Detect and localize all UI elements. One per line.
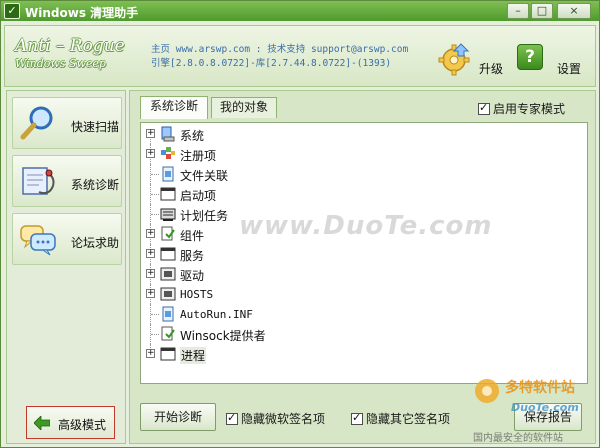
diagnosis-tree[interactable]: + 系统 + 注册项 文件关联 启动项 计划任务 + 组件 + 服务 + 驱动 … <box>140 122 588 384</box>
tree-row-components[interactable]: + 组件 <box>141 224 581 244</box>
expand-icon[interactable]: + <box>146 249 155 258</box>
tree-label: 文件关联 <box>180 169 229 183</box>
tab-my-objects[interactable]: 我的对象 <box>211 97 277 118</box>
app-icon: ✓ <box>4 3 20 19</box>
tree-row-system[interactable]: + 系统 <box>141 124 581 144</box>
expand-icon[interactable]: + <box>146 269 155 278</box>
product-info: 主页 www.arswp.com : 技术支持 support@arswp.co… <box>151 43 408 71</box>
tree-row-registry[interactable]: + 注册项 <box>141 144 581 164</box>
tree-label: Winsock提供者 <box>180 329 266 343</box>
window-title: Windows 清理助手 <box>25 6 139 20</box>
component-icon <box>161 226 175 241</box>
window-icon <box>160 347 176 361</box>
expand-icon[interactable]: + <box>146 129 155 138</box>
expert-mode-checkbox[interactable]: 启用专家模式 <box>478 100 565 117</box>
tree-label: 进程 <box>180 347 207 364</box>
tree-label: 启动项 <box>180 189 217 203</box>
registry-icon <box>161 147 175 159</box>
main-panel: 系统诊断 我的对象 启用专家模式 + 系统 + 注册项 文件关联 <box>129 90 596 444</box>
tree-line <box>151 174 159 175</box>
hide-other-label: 隐藏其它签名项 <box>366 412 451 426</box>
tree-row-startup[interactable]: 启动项 <box>141 184 581 204</box>
autorun-icon <box>162 306 174 322</box>
save-report-button[interactable]: 保存报告 <box>514 403 582 431</box>
tab-system-diagnosis[interactable]: 系统诊断 <box>140 96 208 119</box>
window-icon <box>160 247 176 261</box>
hide-microsoft-label: 隐藏微软签名项 <box>241 412 326 426</box>
checkbox-checked-icon[interactable] <box>351 411 363 425</box>
tree-row-scheduled-tasks[interactable]: 计划任务 <box>141 204 581 224</box>
help-settings-icon: ? <box>517 44 543 70</box>
sidebar-item-label: 快速扫描 <box>71 120 120 134</box>
stethoscope-icon <box>22 167 55 195</box>
tree-line <box>151 214 159 215</box>
start-diagnosis-button[interactable]: 开始诊断 <box>140 403 216 431</box>
system-icon <box>161 126 175 142</box>
tree-label: 注册项 <box>180 149 217 163</box>
logo-subtitle: Windows Sweep <box>15 57 106 70</box>
engine-version-line: 引擎[2.8.0.8.0722]-库[2.7.44.8.0722]-(1393) <box>151 58 392 69</box>
advanced-mode-button[interactable]: 高级模式 <box>26 406 115 439</box>
header-banner: Anti – Rogue Windows Sweep 主页 www.arswp.… <box>4 25 596 87</box>
magnifier-icon <box>20 106 53 140</box>
scheduled-task-icon <box>160 208 176 221</box>
maximize-button[interactable]: □ <box>531 3 553 19</box>
sidebar-item-quick-scan[interactable]: 快速扫描 <box>12 97 122 149</box>
tree-line <box>151 334 159 335</box>
hide-microsoft-signed-checkbox[interactable]: 隐藏微软签名项 <box>226 410 325 427</box>
expand-icon[interactable]: + <box>146 229 155 238</box>
logo-title: Anti – Rogue <box>15 36 125 56</box>
advanced-mode-label: 高级模式 <box>58 418 107 432</box>
window-icon <box>160 187 176 201</box>
tree-row-processes[interactable]: + 进程 <box>141 344 581 364</box>
tree-row-services[interactable]: + 服务 <box>141 244 581 264</box>
tree-label: HOSTS <box>180 288 214 301</box>
expand-icon[interactable]: + <box>146 289 155 298</box>
expand-icon[interactable]: + <box>146 149 155 158</box>
sidebar-item-system-diagnosis[interactable]: 系统诊断 <box>12 155 122 207</box>
close-button[interactable]: × <box>557 3 591 19</box>
tree-row-autorun[interactable]: AutoRun.INF <box>141 304 581 324</box>
hide-other-signed-checkbox[interactable]: 隐藏其它签名项 <box>351 410 450 427</box>
tree-label: 系统 <box>180 129 205 143</box>
hosts-icon <box>160 287 176 301</box>
driver-icon <box>160 267 176 281</box>
tree-line <box>151 194 159 195</box>
checkbox-checked-icon[interactable] <box>226 411 238 425</box>
app-window: ✓ Windows 清理助手 – □ × Anti – Rogue Window… <box>0 0 600 448</box>
expert-mode-label: 启用专家模式 <box>493 102 566 116</box>
speech-bubble-icon <box>20 225 56 256</box>
sidebar-item-label: 系统诊断 <box>71 178 120 192</box>
sidebar-item-label: 论坛求助 <box>71 236 120 250</box>
upgrade-button[interactable]: 升级 <box>437 42 507 82</box>
winsock-icon <box>161 326 175 341</box>
sidebar: 快速扫描 系统诊断 论坛求助 高级模式 <box>6 90 126 444</box>
tree-label: 服务 <box>180 249 205 263</box>
minimize-button[interactable]: – <box>507 3 529 19</box>
tree-row-drivers[interactable]: + 驱动 <box>141 264 581 284</box>
sidebar-item-forum-help[interactable]: 论坛求助 <box>12 213 122 265</box>
tree-row-hosts[interactable]: + HOSTS <box>141 284 581 304</box>
tree-label: 组件 <box>180 229 205 243</box>
homepage-support-line[interactable]: 主页 www.arswp.com : 技术支持 support@arswp.co… <box>151 43 408 57</box>
tree-label: 驱动 <box>180 269 205 283</box>
back-arrow-icon <box>34 416 50 430</box>
expand-icon[interactable]: + <box>146 349 155 358</box>
gear-icon <box>438 43 470 76</box>
tree-label: AutoRun.INF <box>180 308 253 321</box>
checkbox-checked-icon[interactable] <box>478 101 490 115</box>
tree-row-file-association[interactable]: 文件关联 <box>141 164 581 184</box>
settings-label: 设置 <box>557 62 582 76</box>
upgrade-label: 升级 <box>479 62 504 76</box>
tree-row-winsock[interactable]: Winsock提供者 <box>141 324 581 344</box>
tree-label: 计划任务 <box>180 209 229 223</box>
app-logo: Anti – Rogue Windows Sweep <box>15 36 145 80</box>
title-bar[interactable]: ✓ Windows 清理助手 – □ × <box>1 1 599 21</box>
settings-button[interactable]: ? 设置 <box>517 40 593 84</box>
file-assoc-icon <box>162 166 174 182</box>
tree-line <box>151 314 159 315</box>
